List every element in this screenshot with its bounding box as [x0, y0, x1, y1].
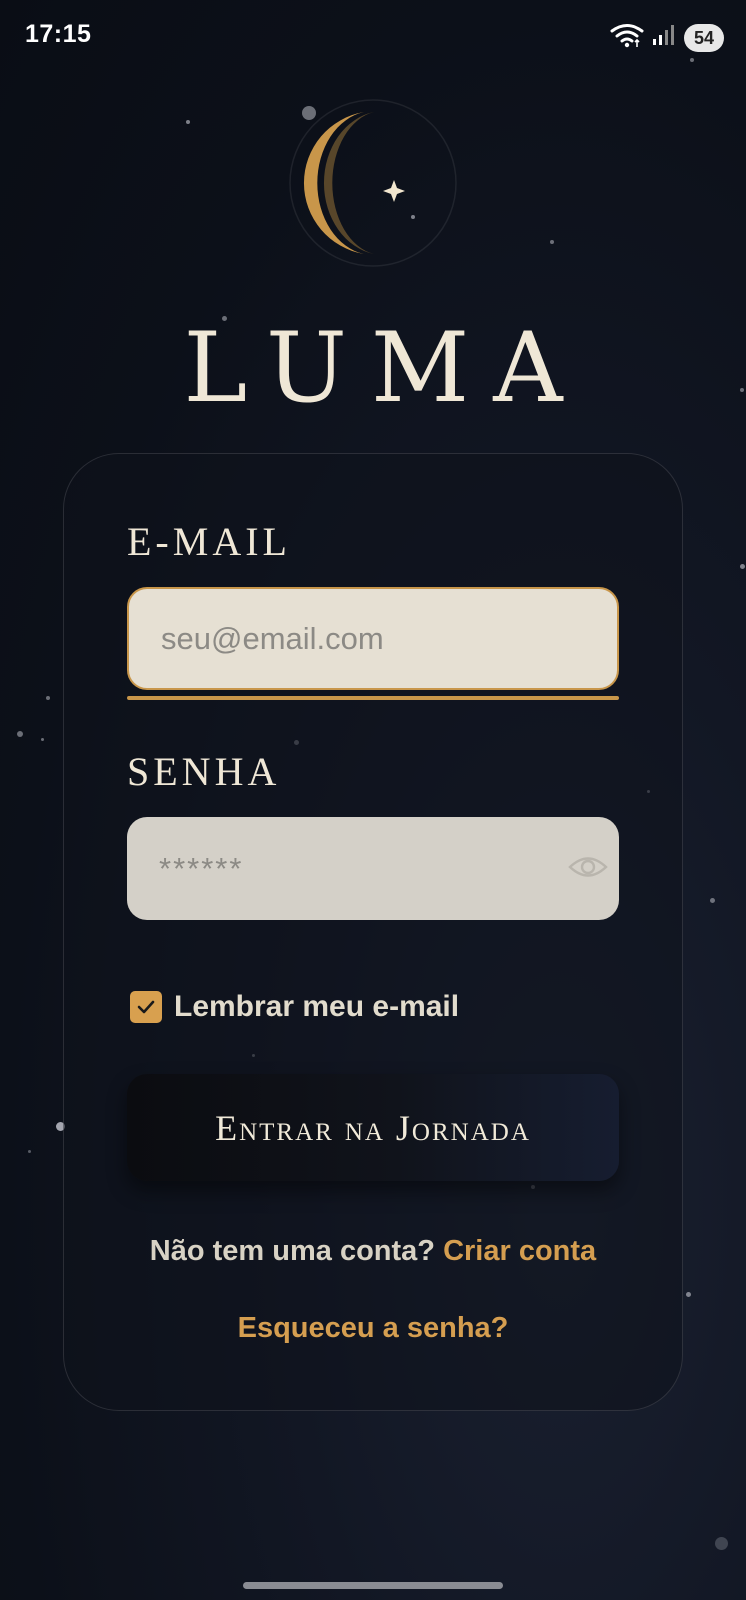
wifi-icon — [610, 22, 644, 53]
enter-journey-label: Entrar na Jornada — [215, 1107, 531, 1148]
password-label: SENHA — [127, 749, 281, 794]
status-time: 17:15 — [25, 20, 92, 48]
email-field[interactable]: seu@email.com — [127, 587, 619, 690]
crescent-moon-star-icon — [288, 98, 458, 268]
remember-checkbox[interactable] — [130, 991, 162, 1023]
forgot-password-link[interactable]: Esqueceu a senha? — [0, 1312, 746, 1345]
battery-icon: 54 — [683, 23, 724, 52]
email-focus-underline — [127, 696, 619, 700]
remember-label: Lembrar meu e-mail — [174, 990, 460, 1023]
signup-row: Não tem uma conta? Criar conta — [0, 1235, 746, 1268]
status-bar: 17:15 54 — [0, 0, 746, 72]
no-account-text: Não tem uma conta? — [149, 1235, 436, 1267]
password-field[interactable]: ****** — [127, 817, 619, 920]
email-label: E-MAIL — [127, 519, 291, 564]
create-account-link[interactable]: Criar conta — [443, 1235, 596, 1267]
enter-journey-button[interactable]: Entrar na Jornada — [127, 1074, 619, 1181]
checkmark-icon — [137, 1000, 155, 1014]
home-indicator[interactable] — [243, 1582, 503, 1589]
app-title: LUMA — [183, 312, 587, 424]
email-placeholder: seu@email.com — [161, 620, 384, 656]
eye-icon[interactable] — [568, 852, 608, 887]
signal-icon — [652, 23, 676, 52]
remember-email-row[interactable]: Lembrar meu e-mail — [130, 990, 459, 1024]
password-placeholder: ****** — [159, 850, 244, 886]
